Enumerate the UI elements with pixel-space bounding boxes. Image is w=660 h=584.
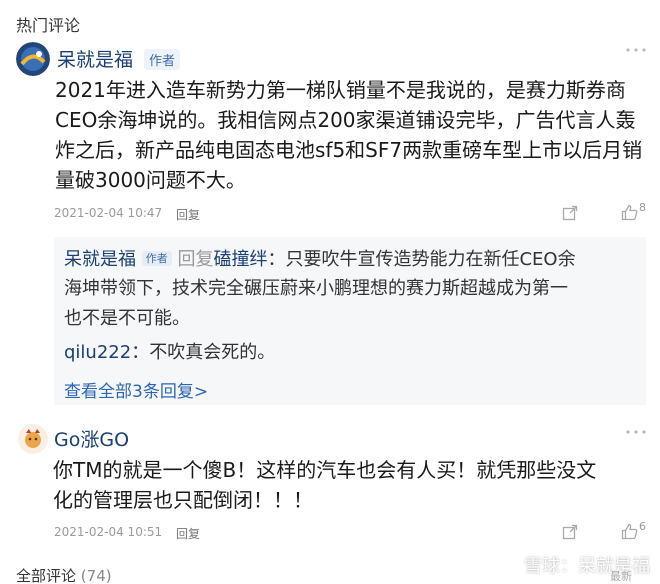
share-icon[interactable] [562,524,578,540]
reply-colon: ： [267,249,286,270]
avatar[interactable] [16,42,50,76]
more-dots-icon[interactable] [625,46,647,54]
all-comments-header[interactable]: 全部评论 (74) [16,565,112,584]
reply-target[interactable]: 磕撞绊 [213,249,267,270]
like-count: 8 [639,201,646,214]
comment-time: 2021-02-04 10:51 [54,525,163,539]
reply-button[interactable]: 回复 [176,206,200,223]
comment-body: 2021年进入造车新势力第一梯队销量不是我说的，是赛力斯券商CEO余海坤说的。我… [55,78,643,192]
all-comments-label: 全部评论 [16,567,77,584]
reply-text: ：不吹真会死的。 [131,342,276,363]
more-dots-icon[interactable] [625,428,647,436]
thumbs-up-icon[interactable] [621,523,639,540]
comment-author[interactable]: 呆就是福 [57,45,133,72]
like-count: 6 [639,520,646,533]
all-comments-count: (74) [80,567,112,584]
reply-button[interactable]: 回复 [176,525,200,542]
reply-1: 呆就是福 作者 回复磕撞绊：只要吹牛宣传造势能力在新任CEO余 [64,244,639,275]
view-all-replies-link[interactable]: 查看全部3条回复> [64,377,208,402]
thumbs-up-icon[interactable] [621,204,639,221]
reply-2: qilu222：不吹真会死的。 [64,338,275,368]
share-icon[interactable] [562,205,578,221]
avatar[interactable] [18,424,48,454]
reply-text-line: 只要吹牛宣传造势能力在新任CEO余 [285,249,576,270]
reply-1-line-3: 也不是不可能。 [64,308,190,329]
reply-1-line-2: 海坤带领下，技术完全碾压蔚来小鹏理想的赛力斯超越成为第一 [64,278,568,299]
reply-word: 回复 [177,249,214,270]
comment-body: 你TM的就是一个傻B！这样的汽车也会有人买！就凭那些没文化的管理层也只配倒闭！！… [53,458,597,512]
hot-comments-title: 热门评论 [16,16,81,35]
sort-label[interactable]: 最新 [610,568,632,584]
comment-author[interactable]: Go涨GO [54,425,129,452]
reply-thread: 呆就是福 作者 回复磕撞绊：只要吹牛宣传造势能力在新任CEO余 海坤带领下，技术… [54,237,646,405]
reply-author[interactable]: qilu222 [64,342,131,363]
reply-author[interactable]: 呆就是福 [64,249,136,270]
author-badge: 作者 [141,251,172,266]
comment-time: 2021-02-04 10:47 [54,206,163,220]
author-badge: 作者 [144,49,181,70]
